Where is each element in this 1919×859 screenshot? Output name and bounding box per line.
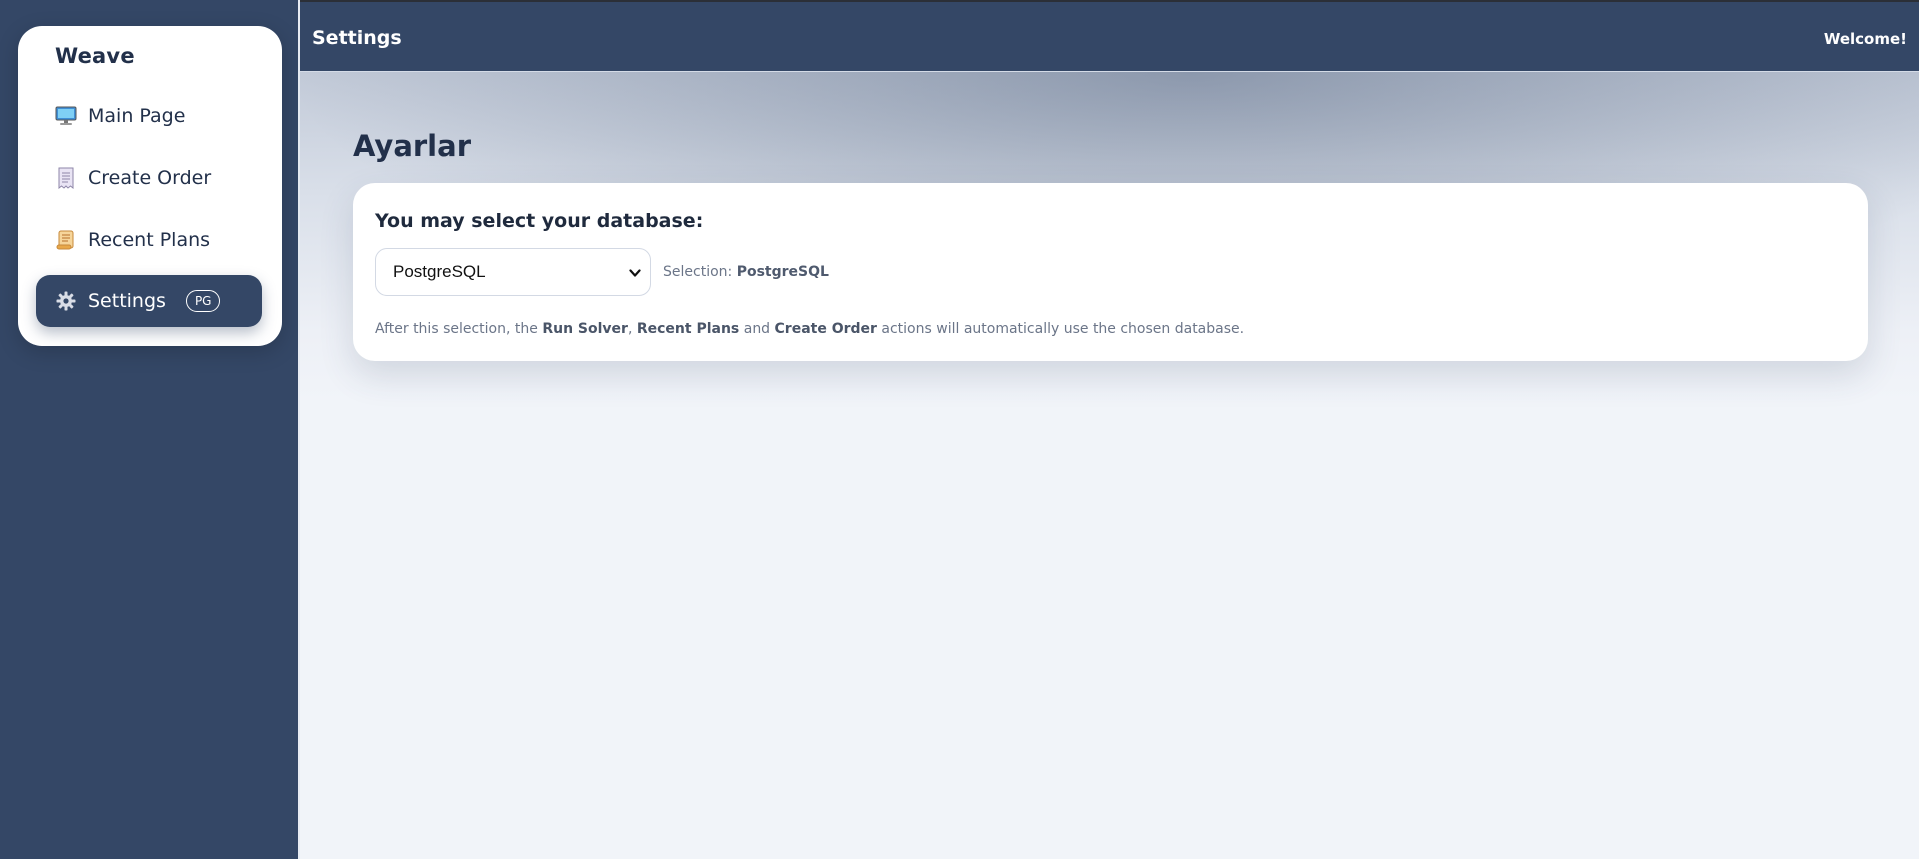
sidebar-item-label: Main Page [88, 105, 186, 127]
sidebar-item-settings[interactable]: Settings PG [36, 275, 262, 327]
desktop-computer-icon [54, 104, 78, 128]
nav-card: Weave Main Page Create Order Recent Plan… [18, 26, 282, 346]
section-heading: Ayarlar [353, 129, 471, 163]
selection-status: Selection: PostgreSQL [663, 264, 829, 280]
sidebar-item-label: Recent Plans [88, 229, 211, 251]
top-header: Settings Welcome! [300, 0, 1919, 72]
sidebar-item-create-order[interactable]: Create Order [36, 152, 262, 204]
database-badge: PG [185, 290, 221, 312]
receipt-icon [54, 166, 78, 190]
chevron-down-icon [628, 265, 642, 285]
selection-value: PostgreSQL [736, 264, 829, 280]
help-text: After this selection, the Run Solver, Re… [375, 321, 1244, 337]
selection-label: Selection: [663, 264, 733, 280]
help-prefix: After this selection, the [375, 321, 538, 337]
help-action-recent-plans: Recent Plans [636, 321, 740, 337]
scroll-icon [54, 228, 78, 252]
sidebar-item-recent-plans[interactable]: Recent Plans [36, 214, 262, 266]
help-action-create-order: Create Order [774, 321, 877, 337]
page-title: Settings [312, 27, 402, 49]
database-settings-card: You may select your database: PostgreSQL… [353, 183, 1868, 361]
database-select[interactable]: PostgreSQL [375, 248, 651, 296]
help-separator: , [627, 321, 633, 337]
sidebar-item-main-page[interactable]: Main Page [36, 90, 262, 142]
sidebar-item-label: Create Order [88, 167, 212, 189]
sidebar-item-label: Settings [88, 290, 166, 312]
brand-name: Weave [55, 44, 135, 68]
card-title: You may select your database: [375, 210, 704, 232]
welcome-text: Welcome! [1823, 30, 1907, 48]
database-select-value: PostgreSQL [393, 262, 486, 281]
sidebar: Weave Main Page Create Order Recent Plan… [0, 0, 300, 859]
help-action-run-solver: Run Solver [542, 321, 628, 337]
help-suffix: actions will automatically use the chose… [881, 321, 1245, 337]
help-and: and [743, 321, 771, 337]
main-content: Ayarlar You may select your database: Po… [300, 72, 1919, 859]
gear-icon [54, 289, 78, 313]
